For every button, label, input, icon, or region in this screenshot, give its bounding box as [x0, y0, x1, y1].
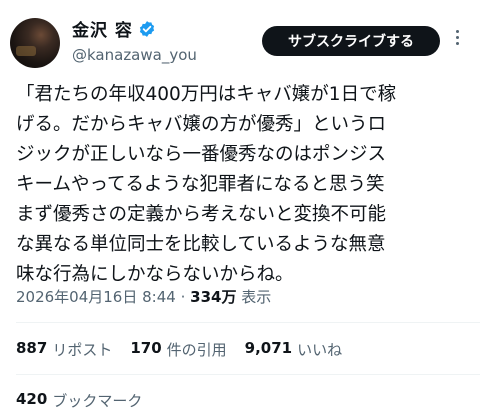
author-name[interactable]: 金沢 容 [72, 16, 133, 41]
reposts-label: リポスト [52, 341, 113, 359]
author-avatar[interactable] [10, 18, 60, 68]
reposts-count: 887 [16, 339, 48, 357]
tweet-text-line: 「君たちの年収400万円はキャバ嬢が1日で稼 [16, 84, 397, 105]
divider [16, 322, 480, 323]
author-name-row: 金沢 容 [72, 16, 156, 41]
quotes-label: 件の引用 [166, 341, 227, 359]
tweet-text-line: キームやってるような犯罪者になると思う笑 [16, 174, 385, 195]
tweet-text-line: まず優秀さの定義から考えないと変換不可能 [16, 204, 387, 225]
tweet-text: 「君たちの年収400万円はキャバ嬢が1日で稼 げる。だからキャバ嬢の方が優秀」と… [16, 80, 471, 290]
subscribe-button[interactable]: サブスクライブする [262, 26, 440, 56]
views-count: 334万 [190, 288, 237, 306]
verified-badge-icon [138, 20, 156, 38]
tweet-stats: 887 リポスト 170 件の引用 9,071 いいね [16, 339, 342, 360]
divider [16, 374, 480, 375]
tweet-text-line: げる。だからキャバ嬢の方が優秀」というロ [16, 114, 387, 135]
reposts-stat[interactable]: 887 リポスト [16, 339, 112, 360]
bookmarks-stat[interactable]: 420 ブックマーク [16, 390, 142, 411]
likes-count: 9,071 [244, 339, 293, 357]
tweet-text-line: な異なる単位同士を比較しているような無意 [16, 234, 386, 255]
views-label: 表示 [241, 288, 272, 306]
avatar-image-detail [16, 46, 36, 56]
bookmarks-label: ブックマーク [52, 392, 143, 410]
bookmarks-count: 420 [16, 390, 48, 408]
likes-stat[interactable]: 9,071 いいね [245, 339, 342, 360]
tweet-meta: 2026年04月16日 8:44 · 334万 表示 [16, 286, 271, 307]
quotes-count: 170 [130, 339, 162, 357]
more-options-icon[interactable] [449, 30, 465, 52]
meta-separator: · [180, 288, 186, 306]
author-handle[interactable]: @kanazawa_you [72, 46, 197, 64]
likes-label: いいね [297, 341, 343, 359]
tweet-timestamp[interactable]: 2026年04月16日 8:44 [16, 288, 176, 306]
tweet-text-line: ジックが正しいなら一番優秀なのはポンジス [16, 144, 387, 165]
quotes-stat[interactable]: 170 件の引用 [130, 339, 226, 360]
